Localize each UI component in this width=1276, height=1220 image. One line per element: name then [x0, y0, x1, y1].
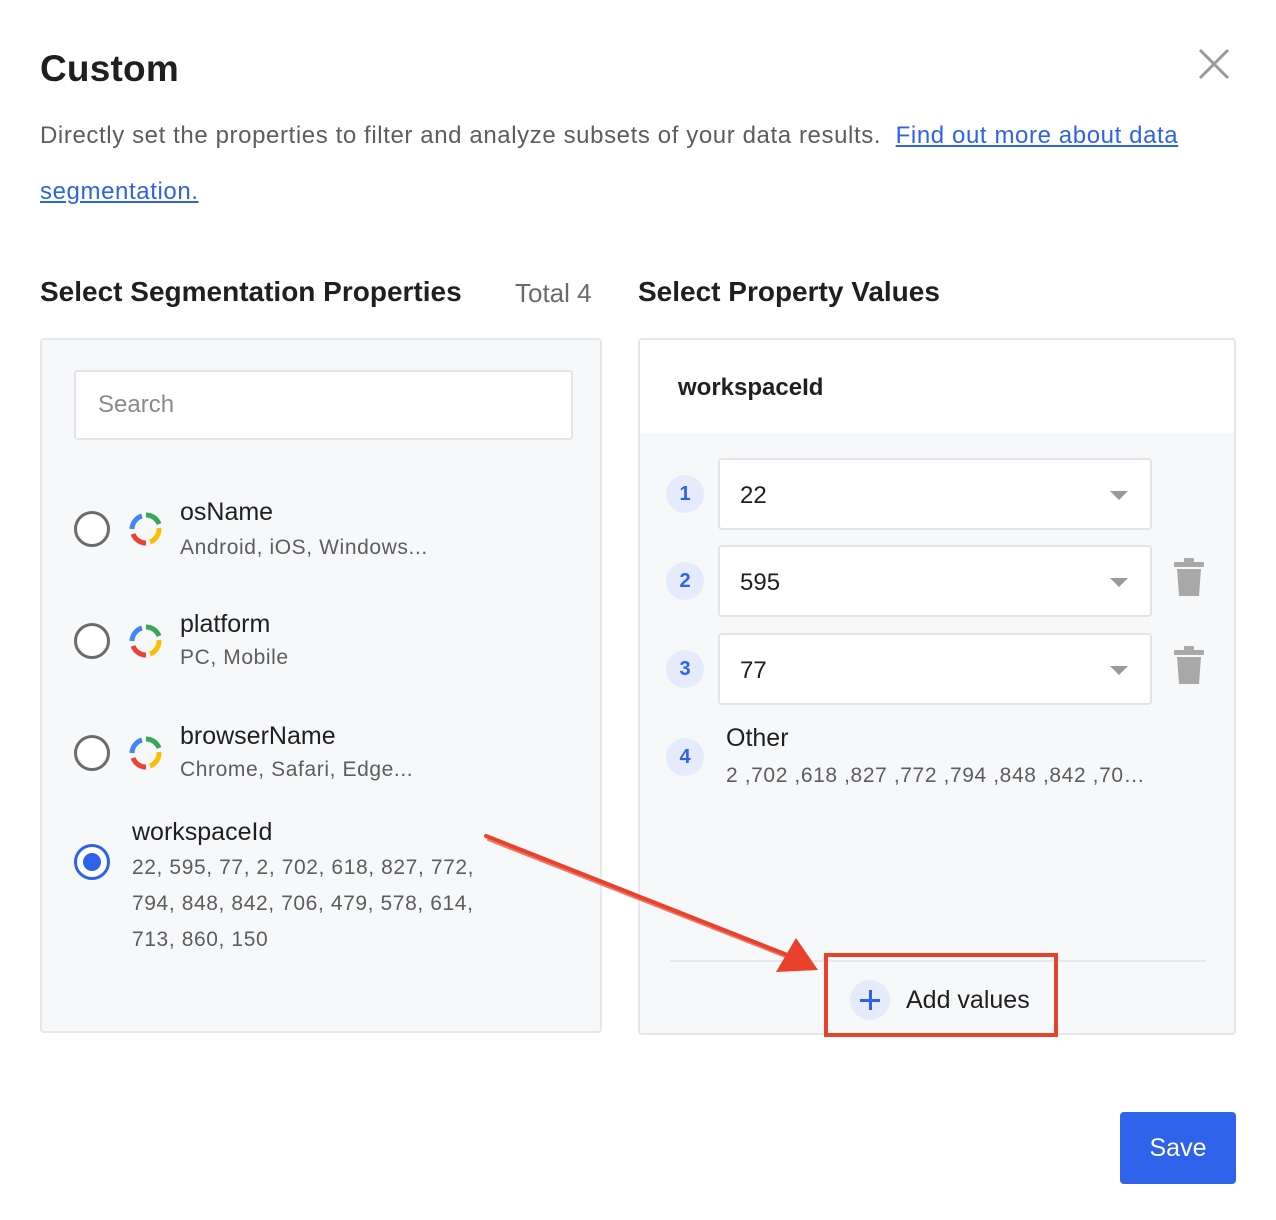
property-item-workspaceid[interactable]: workspaceId 22, 595, 77, 2, 702, 618, 82…	[42, 814, 602, 964]
values-heading: Select Property Values	[638, 276, 940, 307]
chevron-down-icon	[1110, 578, 1128, 587]
property-name: platform	[180, 610, 271, 638]
value-select-text: 595	[740, 569, 781, 596]
property-values: Android, iOS, Windows...	[180, 536, 428, 559]
property-name: browserName	[180, 722, 336, 750]
search-input[interactable]	[74, 370, 573, 440]
properties-heading: Select Segmentation Properties	[40, 276, 462, 307]
divider	[670, 960, 1206, 962]
radio-platform[interactable]	[74, 623, 110, 659]
radio-workspaceid[interactable]	[74, 844, 110, 880]
save-button[interactable]: Save	[1120, 1112, 1236, 1184]
property-item-osname[interactable]: osName Android, iOS, Windows...	[42, 490, 602, 590]
properties-total: Total 4	[515, 278, 592, 308]
radio-osname[interactable]	[74, 511, 110, 547]
property-type-icon	[129, 624, 162, 658]
other-values: 2 ,702 ,618 ,827 ,772 ,794 ,848 ,842 ,70…	[726, 764, 1156, 787]
trash-icon[interactable]	[1174, 646, 1204, 684]
properties-panel: osName Android, iOS, Windows... platform…	[40, 338, 602, 1033]
chevron-down-icon	[1110, 491, 1128, 500]
plus-icon	[850, 980, 890, 1020]
values-panel: workspaceId 1 22 2 595 3 77 4 Other 2 ,7…	[638, 338, 1236, 1035]
value-select-text: 22	[740, 482, 767, 509]
property-type-icon	[129, 512, 162, 546]
value-index: 3	[666, 650, 704, 688]
dialog-description: Directly set the properties to filter an…	[40, 108, 1210, 220]
property-item-platform[interactable]: platform PC, Mobile	[42, 602, 602, 702]
trash-icon[interactable]	[1174, 558, 1204, 596]
values-panel-header: workspaceId	[640, 340, 1234, 433]
selected-property-name: workspaceId	[678, 374, 824, 401]
chevron-down-icon	[1110, 666, 1128, 675]
property-name: workspaceId	[132, 818, 273, 846]
property-values: 22, 595, 77, 2, 702, 618, 827, 772, 794,…	[132, 856, 475, 951]
add-values-label: Add values	[906, 986, 1030, 1014]
value-index: 2	[666, 562, 704, 600]
property-values: PC, Mobile	[180, 646, 289, 669]
value-select-text: 77	[740, 657, 767, 684]
value-select-2[interactable]: 595	[718, 545, 1152, 617]
add-values-button[interactable]: Add values	[846, 978, 1046, 1022]
description-text: Directly set the properties to filter an…	[40, 122, 882, 149]
property-name: osName	[180, 498, 274, 526]
value-select-3[interactable]: 77	[718, 633, 1152, 705]
property-item-browsername[interactable]: browserName Chrome, Safari, Edge...	[42, 714, 602, 814]
value-select-1[interactable]: 22	[718, 458, 1152, 530]
property-type-icon	[129, 736, 162, 770]
page-title: Custom	[40, 48, 179, 89]
radio-browsername[interactable]	[74, 735, 110, 771]
value-index: 4	[666, 738, 704, 776]
value-index: 1	[666, 475, 704, 513]
property-values: Chrome, Safari, Edge...	[180, 758, 414, 781]
close-icon[interactable]	[1192, 42, 1236, 86]
other-label: Other	[726, 724, 789, 752]
